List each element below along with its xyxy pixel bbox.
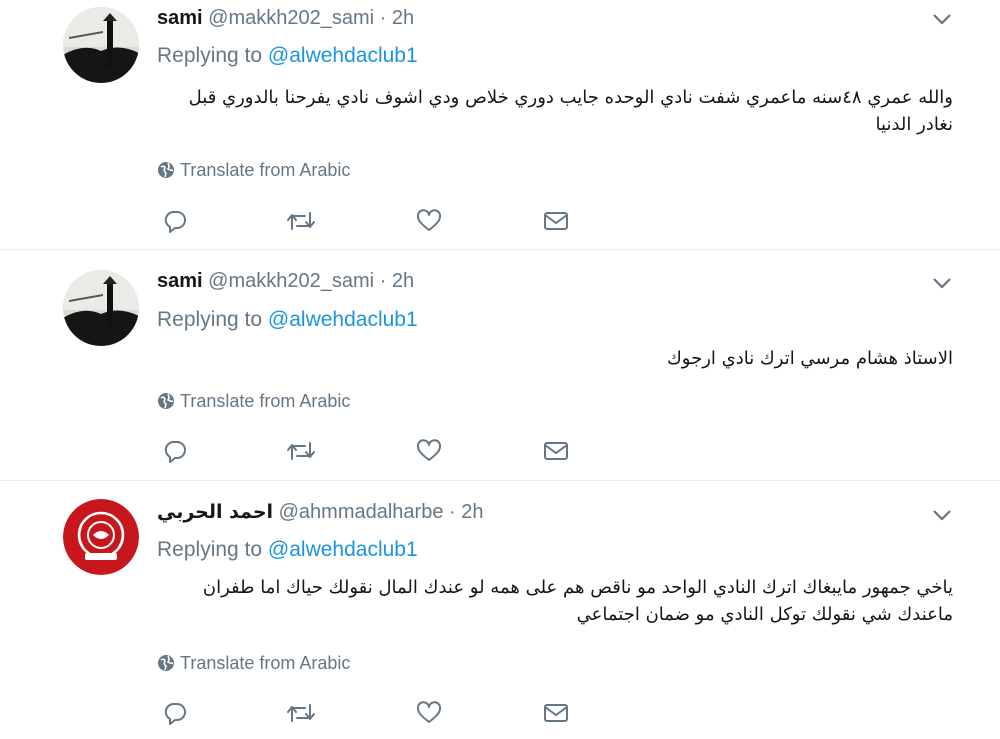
globe-icon [158,162,174,178]
avatar[interactable] [63,499,139,575]
reply-icon [164,441,186,463]
reply-icon [164,703,186,725]
translate-label: Translate from Arabic [180,653,351,673]
replying-to-link[interactable]: @alwehdaclub1 [268,308,418,331]
chevron-down-icon[interactable] [931,508,953,522]
display-name[interactable]: sami [157,7,203,29]
avatar[interactable] [63,7,139,83]
message-icon [544,442,568,460]
like-icon [416,701,442,723]
tweet-header: احمد الحربي @ahmmadalharbe · 2h [157,498,484,526]
translate-link[interactable]: Translate from Arabic [157,158,350,182]
timestamp[interactable]: 2h [392,7,414,29]
separator-dot: · [449,501,456,523]
reply-icon [164,211,186,233]
like-button[interactable] [414,699,444,727]
user-handle[interactable]: @makkh202_sami [208,7,374,29]
message-button[interactable] [541,437,571,465]
message-icon [544,212,568,230]
tweet-text: والله عمري ٤٨سنه ماعمري شفت نادي الوحده … [188,87,953,135]
replying-prefix: Replying to [157,538,268,561]
tweet-1[interactable]: sami @makkh202_sami · 2h Replying to @al… [0,0,1000,250]
display-name[interactable]: sami [157,270,203,292]
translate-link[interactable]: Translate from Arabic [157,651,350,675]
like-button[interactable] [414,437,444,465]
replying-prefix: Replying to [157,308,268,331]
retweet-icon [287,442,315,460]
replying-to: Replying to @alwehdaclub1 [157,306,418,334]
retweet-button[interactable] [286,699,316,727]
tweet-2[interactable]: sami @makkh202_sami · 2h Replying to @al… [0,250,1000,481]
like-button[interactable] [414,207,444,235]
reply-button[interactable] [160,207,190,235]
retweet-icon [287,212,315,230]
chevron-down-icon[interactable] [931,276,953,290]
user-handle[interactable]: @makkh202_sami [208,270,374,292]
replying-prefix: Replying to [157,44,268,67]
separator-dot: · [379,270,387,292]
display-name[interactable]: احمد الحربي [157,501,273,523]
reply-button[interactable] [160,699,190,727]
tweet-actions [160,207,580,235]
tweet-header: sami @makkh202_sami · 2h [157,267,414,295]
translate-link[interactable]: Translate from Arabic [157,389,350,413]
replying-to: Replying to @alwehdaclub1 [157,536,418,564]
tweet-header: sami @makkh202_sami · 2h [157,4,414,32]
replying-to-link[interactable]: @alwehdaclub1 [268,44,418,67]
tweet-text: ياخي جمهور مايبغاك اترك النادي الواحد مو… [202,577,953,625]
tweet-actions [160,437,580,465]
globe-icon [158,655,174,671]
tweet-text: الاستاذ هشام مرسي اترك نادي ارجوك [666,348,953,369]
timestamp[interactable]: 2h [392,270,414,292]
replying-to-link[interactable]: @alwehdaclub1 [268,538,418,561]
replying-to: Replying to @alwehdaclub1 [157,42,418,70]
reply-button[interactable] [160,437,190,465]
chevron-down-icon[interactable] [931,12,953,26]
like-icon [416,209,442,231]
tweet-actions [160,699,580,727]
tweet-3[interactable]: احمد الحربي @ahmmadalharbe · 2h Replying… [0,481,1000,739]
message-button[interactable] [541,699,571,727]
like-icon [416,439,442,461]
retweet-button[interactable] [286,207,316,235]
message-icon [544,704,568,722]
globe-icon [158,393,174,409]
retweet-button[interactable] [286,437,316,465]
translate-label: Translate from Arabic [180,160,351,180]
separator-dot: · [379,7,387,29]
retweet-icon [287,704,315,722]
message-button[interactable] [541,207,571,235]
timestamp[interactable]: 2h [461,501,483,523]
translate-label: Translate from Arabic [180,391,351,411]
user-handle[interactable]: @ahmmadalharbe [279,501,444,523]
avatar[interactable] [63,270,139,346]
